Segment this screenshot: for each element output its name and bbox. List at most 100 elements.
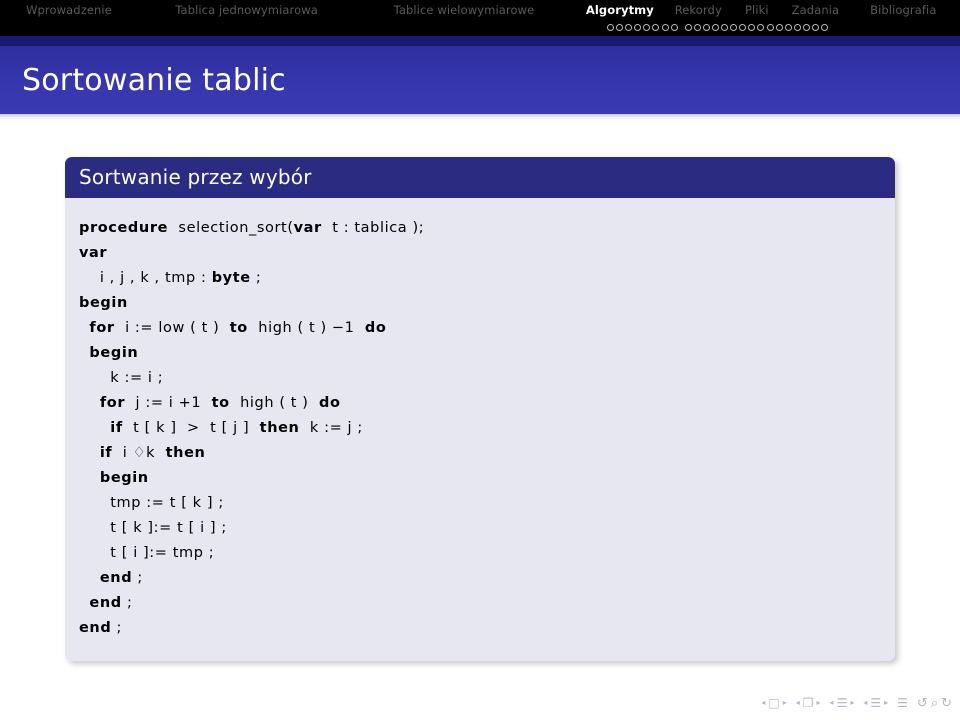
nav-group-slide: ◂ □ ▸	[761, 697, 786, 709]
slide-dot-10[interactable]	[766, 23, 774, 31]
prev-subsection-icon[interactable]: ◂	[830, 699, 834, 707]
prev-slide-icon[interactable]: ◂	[761, 699, 765, 707]
slide-dot-16[interactable]	[821, 23, 829, 31]
code-line: k := i ;	[79, 366, 879, 391]
nav-tab-pliki[interactable]: Pliki	[729, 3, 784, 17]
code-line: t [ i ]:= tmp ;	[79, 541, 879, 566]
nav-group-subsection: ◂ ☰ ▸	[830, 697, 855, 709]
code-token: i := low ( t )	[114, 320, 230, 336]
slide-dot-1[interactable]	[684, 23, 692, 31]
nav-tab-wprowadzenie[interactable]: Wprowadzenie	[0, 3, 138, 17]
code-keyword: if	[110, 420, 123, 436]
code-line: var	[79, 241, 879, 266]
code-token: t [ k ] > t [ j ]	[122, 420, 260, 436]
slide-dot-11[interactable]	[775, 23, 783, 31]
page-title: Sortowanie tablic	[22, 62, 286, 98]
frame-title-bar: Sortowanie tablic	[0, 46, 960, 114]
code-line: end ;	[79, 591, 879, 616]
slide-dot-1[interactable]	[607, 23, 614, 31]
slide-dot-7[interactable]	[739, 23, 747, 31]
code-token: t [ k ]:= t [ i ] ;	[79, 520, 227, 536]
slide-dot-5[interactable]	[643, 23, 651, 31]
next-frame-icon[interactable]: ▸	[817, 699, 821, 707]
header-top-strip	[0, 36, 960, 46]
slide-dots-group-1	[607, 23, 678, 31]
slide-dot-13[interactable]	[793, 23, 801, 31]
nav-tab-bibliografia[interactable]: Bibliografia	[847, 3, 960, 17]
code-keyword: procedure	[79, 220, 169, 236]
forward-icon[interactable]: ↻	[941, 697, 952, 710]
next-slide-icon[interactable]: ▸	[783, 699, 787, 707]
code-line: if t [ k ] > t [ j ] then k := j ;	[79, 416, 879, 441]
header-underline	[0, 114, 960, 119]
section-icon[interactable]: ☰	[870, 697, 881, 709]
slide-dot-8[interactable]	[670, 23, 678, 31]
code-line: begin	[79, 341, 879, 366]
slide-dot-14[interactable]	[802, 23, 810, 31]
code-keyword: begin	[79, 295, 128, 311]
code-keyword: then	[165, 445, 206, 461]
slide-dot-5[interactable]	[721, 23, 729, 31]
next-subsection-icon[interactable]: ▸	[850, 699, 854, 707]
nav-tab-zadania[interactable]: Zadania	[784, 3, 846, 17]
slide-dot-4[interactable]	[634, 23, 642, 31]
prev-frame-icon[interactable]: ◂	[796, 699, 800, 707]
next-section-icon[interactable]: ▸	[884, 699, 888, 707]
nav-tab-tablica-jednowymiarowa[interactable]: Tablica jednowymiarowa	[138, 3, 355, 17]
search-icon[interactable]: ⌕	[931, 697, 938, 710]
slide-dot-12[interactable]	[784, 23, 792, 31]
code-token: selection_sort(	[168, 220, 294, 236]
slide-dot-9[interactable]	[757, 23, 765, 31]
slide-dot-7[interactable]	[661, 23, 669, 31]
slide-dot-4[interactable]	[711, 23, 719, 31]
section-tabs: Wprowadzenie Tablica jednowymiarowa Tabl…	[0, 0, 960, 20]
nav-tab-rekordy[interactable]: Rekordy	[667, 3, 729, 17]
code-keyword: to	[229, 320, 248, 336]
nav-tab-algorytmy[interactable]: Algorytmy	[573, 3, 667, 17]
code-keyword: var	[293, 220, 322, 236]
beamer-navigation-symbols: ◂ □ ▸ ◂ ❐ ▸ ◂ ☰ ▸ ◂ ☰ ▸ ☰ ↺ ⌕ ↻	[761, 692, 952, 714]
code-token: high ( t )	[229, 395, 319, 411]
slide-dot-3[interactable]	[625, 23, 633, 31]
subsection-icon[interactable]: ☰	[837, 697, 848, 709]
code-keyword: var	[79, 245, 108, 261]
frame-icon[interactable]: ❐	[803, 697, 814, 709]
slide-dot-2[interactable]	[693, 23, 701, 31]
code-listing: procedure selection_sort(var t : tablica…	[79, 216, 879, 641]
slide-dot-6[interactable]	[730, 23, 738, 31]
code-token: tmp := t [ k ] ;	[79, 495, 224, 511]
slide-dot-8[interactable]	[748, 23, 756, 31]
code-line: begin	[79, 466, 879, 491]
code-line: for i := low ( t ) to high ( t ) −1 do	[79, 316, 879, 341]
code-token: k := j ;	[299, 420, 363, 436]
code-keyword: do	[318, 395, 341, 411]
code-line: begin	[79, 291, 879, 316]
slide-icon[interactable]: □	[768, 697, 779, 709]
prev-section-icon[interactable]: ◂	[863, 699, 867, 707]
navigation-bar: Wprowadzenie Tablica jednowymiarowa Tabl…	[0, 0, 960, 36]
code-keyword: end	[89, 595, 122, 611]
nav-tab-tablice-wielowymiarowe[interactable]: Tablice wielowymiarowe	[355, 3, 572, 17]
document-icon[interactable]: ☰	[897, 696, 908, 710]
code-token: high ( t ) −1	[247, 320, 365, 336]
back-icon[interactable]: ↺	[917, 697, 928, 710]
nav-group-frame: ◂ ❐ ▸	[796, 697, 821, 709]
slide-dot-6[interactable]	[652, 23, 660, 31]
code-line: i , j , k , tmp : byte ;	[79, 266, 879, 291]
code-keyword: byte	[211, 270, 251, 286]
slide-dot-15[interactable]	[811, 23, 819, 31]
slide-dot-2[interactable]	[616, 23, 624, 31]
code-line: t [ k ]:= t [ i ] ;	[79, 516, 879, 541]
nav-group-section: ◂ ☰ ▸	[863, 697, 888, 709]
code-token: i ♢k	[112, 445, 166, 461]
code-token: ;	[250, 270, 262, 286]
code-token: t [ i ]:= tmp ;	[79, 545, 215, 561]
slide-dot-3[interactable]	[702, 23, 710, 31]
code-line: tmp := t [ k ] ;	[79, 491, 879, 516]
code-line: procedure selection_sort(var t : tablica…	[79, 216, 879, 241]
